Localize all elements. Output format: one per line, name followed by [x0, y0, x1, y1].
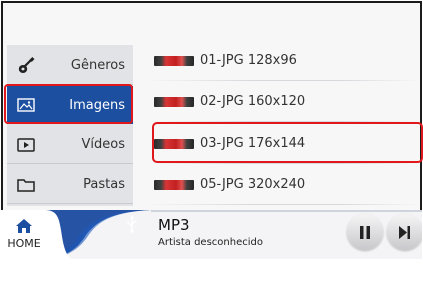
mini-player-bar: HOME MP3 Artista desconhecido	[1, 210, 422, 259]
file-list-item[interactable]: 02-JPG 160x120	[145, 81, 420, 122]
track-artist: Artista desconhecido	[158, 237, 263, 248]
media-player-screen: Gêneros Imagens Vídeos Pastas 01-JPG 128…	[0, 0, 423, 289]
category-videos[interactable]: Vídeos	[7, 126, 133, 164]
selection-highlight	[152, 122, 423, 163]
image-thumbnail	[154, 55, 194, 66]
usb-icon	[126, 215, 138, 237]
next-track-icon	[399, 225, 410, 239]
file-name: 02-JPG 160x120	[200, 94, 306, 109]
file-list-item[interactable]: 05-JPG 320x240	[145, 164, 420, 205]
category-sidebar: Gêneros Imagens Vídeos Pastas	[7, 45, 133, 206]
pause-button[interactable]	[347, 214, 383, 250]
home-icon	[16, 219, 32, 233]
category-label: Pastas	[83, 177, 125, 192]
next-track-button[interactable]	[387, 214, 422, 250]
category-pastas[interactable]: Pastas	[7, 166, 133, 204]
track-title: MP3	[158, 216, 190, 234]
image-thumbnail	[154, 96, 194, 107]
guitar-icon	[9, 56, 43, 75]
category-label: Vídeos	[81, 137, 125, 152]
home-label: HOME	[7, 237, 41, 250]
image-thumbnail	[154, 179, 194, 190]
pause-icon	[360, 225, 370, 239]
play-icon	[9, 137, 43, 152]
folder-icon	[9, 178, 43, 192]
file-list-item[interactable]: 01-JPG 128x96	[145, 40, 420, 81]
file-name: 05-JPG 320x240	[200, 177, 306, 192]
category-label: Gêneros	[70, 58, 125, 73]
category-generos[interactable]: Gêneros	[7, 47, 133, 85]
selection-highlight	[4, 84, 133, 124]
home-button[interactable]: HOME	[4, 218, 44, 258]
file-name: 01-JPG 128x96	[200, 53, 297, 68]
